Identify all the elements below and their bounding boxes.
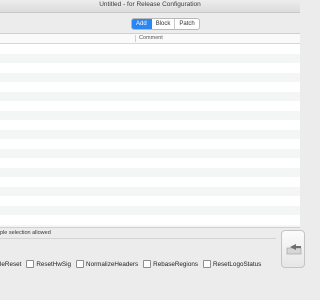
table-row[interactable] <box>0 224 300 227</box>
checkbox[interactable] <box>26 260 35 268</box>
option-rebaseregions[interactable]: RebaseRegions <box>143 260 198 268</box>
table-row[interactable] <box>0 110 300 120</box>
import-button[interactable] <box>281 230 305 268</box>
table-row[interactable] <box>0 101 300 111</box>
table-row[interactable] <box>0 44 300 54</box>
table-row[interactable] <box>0 205 300 215</box>
option-resethwsig[interactable]: ResetHwSig <box>26 260 71 268</box>
table-row[interactable] <box>0 215 300 225</box>
option-lereset[interactable]: leReset <box>0 261 21 268</box>
checkbox[interactable] <box>143 260 152 268</box>
option-label: ResetLogoStatus <box>212 260 262 268</box>
table-row[interactable] <box>0 196 300 206</box>
checkbox[interactable] <box>202 260 211 268</box>
import-arrow-icon <box>286 244 302 255</box>
option-resetlogostatus[interactable]: ResetLogoStatus <box>202 260 262 268</box>
table-row[interactable] <box>0 177 300 187</box>
window-titlebar: ... Untitled - for Release Configuration <box>0 0 300 13</box>
table-body[interactable] <box>0 44 300 227</box>
window-title: Untitled - for Release Configuration <box>99 1 201 8</box>
entries-table[interactable]: Comment <box>0 33 300 228</box>
option-label: ResetHwSig <box>36 260 72 268</box>
table-row[interactable] <box>0 63 300 73</box>
table-row[interactable] <box>0 186 300 196</box>
options-row: leReset ResetHwSig NormalizeHeaders Reba… <box>0 259 266 269</box>
table-row[interactable] <box>0 129 300 139</box>
column-divider[interactable] <box>135 35 136 42</box>
table-row[interactable] <box>0 82 300 92</box>
segment-block[interactable]: Block <box>152 19 176 29</box>
option-label: RebaseRegions <box>153 260 198 268</box>
selection-note: ple selection allowed <box>0 230 51 236</box>
table-row[interactable] <box>0 53 300 63</box>
table-row[interactable] <box>0 158 300 168</box>
option-label: NormalizeHeaders <box>86 260 139 268</box>
option-label: leReset <box>0 260 22 268</box>
table-row[interactable] <box>0 139 300 149</box>
table-row[interactable] <box>0 167 300 177</box>
table-row[interactable] <box>0 120 300 130</box>
checkbox[interactable] <box>76 260 85 268</box>
footer-divider <box>0 238 276 239</box>
table-row[interactable] <box>0 148 300 158</box>
segment-add[interactable]: Add <box>132 19 152 29</box>
mode-segmented-control[interactable]: Add Block Patch <box>131 18 200 30</box>
segment-patch[interactable]: Patch <box>175 19 198 29</box>
option-normalizeheaders[interactable]: NormalizeHeaders <box>76 260 138 268</box>
table-row[interactable] <box>0 91 300 101</box>
table-row[interactable] <box>0 72 300 82</box>
column-header-comment[interactable]: Comment <box>139 35 163 41</box>
table-header: Comment <box>0 34 300 44</box>
